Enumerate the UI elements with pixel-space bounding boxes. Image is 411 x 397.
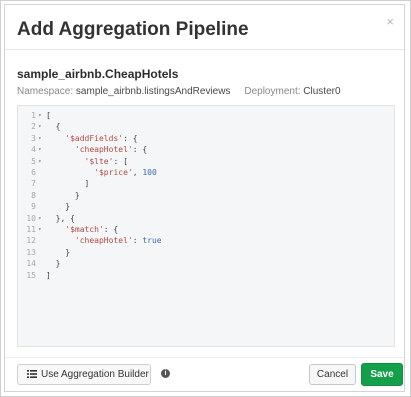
line-number: 8	[31, 190, 36, 200]
fold-arrow-icon[interactable]: ▾	[38, 224, 44, 235]
code-text: [	[46, 111, 51, 120]
code-text: 'cheapHotel': true	[74, 236, 162, 246]
namespace-label: Namespace:	[17, 86, 74, 97]
code-text: }	[46, 202, 71, 212]
line-number: 3	[31, 133, 36, 143]
line-number: 6	[31, 168, 36, 177]
line-number: 11	[26, 225, 36, 234]
fold-arrow-icon[interactable]: ▾	[38, 121, 44, 132]
code-text: '$addFields': {	[65, 133, 138, 143]
line-number: 1	[31, 111, 36, 120]
namespace-value: sample_airbnb.listingsAndReviews	[75, 86, 231, 97]
code-text: }	[46, 190, 80, 200]
line-number: 14	[26, 259, 36, 269]
fold-arrow-icon[interactable]: ▾	[38, 133, 44, 144]
pipeline-name: sample_airbnb.CheapHotels	[17, 67, 179, 81]
use-aggregation-builder-button[interactable]: Use Aggregation Builder	[17, 364, 151, 385]
deployment-value: Cluster0	[303, 86, 341, 97]
cancel-button[interactable]: Cancel	[309, 364, 356, 385]
line-number: 10	[26, 213, 36, 223]
code-text: ]	[46, 179, 90, 189]
deployment-label: Deployment:	[244, 86, 301, 97]
save-button[interactable]: Save	[361, 363, 403, 386]
fold-arrow-icon[interactable]: ▾	[38, 213, 44, 224]
add-aggregation-pipeline-modal: × Add Aggregation Pipeline sample_airbnb…	[4, 4, 405, 392]
code-text: 'cheapHotel': {	[74, 145, 148, 155]
info-icon[interactable]: i	[161, 369, 170, 378]
code-text: }	[46, 259, 61, 269]
line-number: 9	[31, 202, 36, 212]
code-text: }	[46, 247, 71, 257]
list-icon	[27, 370, 37, 378]
fold-arrow-icon[interactable]: ▾	[38, 144, 44, 155]
fold-arrow-icon[interactable]: ▾	[38, 156, 44, 167]
code-text: '$match': {	[65, 225, 119, 234]
code-text: }, {	[46, 213, 75, 223]
window-frame: × Add Aggregation Pipeline sample_airbnb…	[0, 0, 411, 397]
line-number: 13	[26, 247, 36, 257]
line-number: 12	[26, 236, 36, 246]
modal-title: Add Aggregation Pipeline	[17, 19, 249, 40]
code-text: '$price', 100	[94, 168, 157, 177]
code-text: ]	[46, 270, 51, 280]
code-text: '$lte': [	[84, 156, 128, 166]
title-divider	[5, 49, 404, 50]
code-text: {	[46, 122, 61, 132]
close-icon[interactable]: ×	[386, 15, 394, 28]
pipeline-code-editor[interactable]: 1 ▾[2 ▾ {3 ▾ '$addFields': {4 ▾ 'cheapHotel'…	[17, 105, 395, 347]
footer-divider	[5, 357, 404, 358]
fold-arrow-icon[interactable]: ▾	[38, 110, 44, 121]
line-number: 5	[31, 156, 36, 166]
pipeline-meta: Namespace: sample_airbnb.listingsAndRevi…	[17, 86, 341, 97]
line-number: 7	[31, 179, 36, 189]
line-number: 4	[31, 145, 36, 155]
use-aggregation-builder-label: Use Aggregation Builder	[41, 369, 149, 380]
line-number: 15	[26, 270, 36, 280]
line-number: 2	[31, 122, 36, 132]
